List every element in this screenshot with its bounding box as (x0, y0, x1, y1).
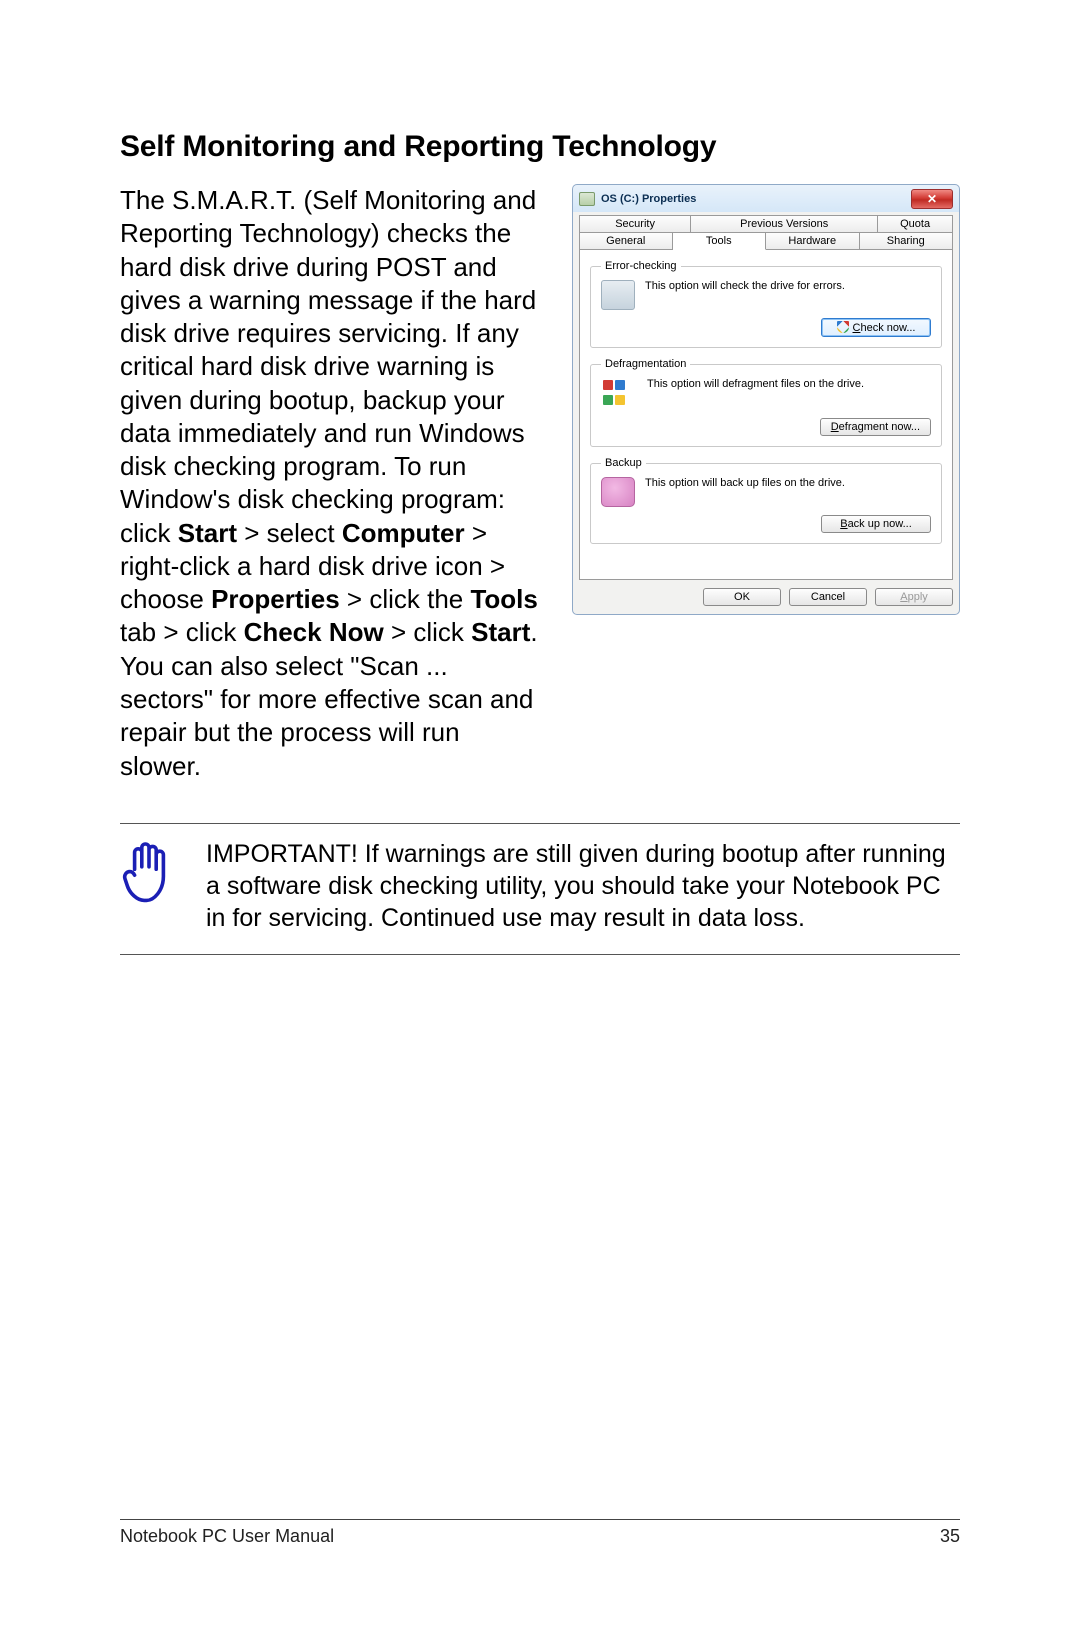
tab-sharing[interactable]: Sharing (860, 232, 954, 250)
kw-computer: Computer (342, 518, 465, 548)
defrag-text: This option will defragment files on the… (647, 378, 864, 390)
tab-security[interactable]: Security (579, 215, 691, 232)
footer-left: Notebook PC User Manual (120, 1526, 334, 1547)
kw-check-now: Check Now (244, 617, 384, 647)
tab-quota[interactable]: Quota (878, 215, 953, 232)
group-error-checking: Error-checking This option will check th… (590, 260, 942, 348)
properties-dialog: OS (C:) Properties ✕ Security Previous V… (572, 184, 960, 615)
body-text: The S.M.A.R.T. (Self Monitoring and Repo… (120, 184, 544, 783)
section-heading: Self Monitoring and Reporting Technology (120, 130, 960, 164)
error-checking-text: This option will check the drive for err… (645, 280, 845, 292)
body-frag: The S.M.A.R.T. (Self Monitoring and Repo… (120, 185, 536, 548)
back-up-now-button[interactable]: Back up now... (821, 515, 931, 533)
body-frag: > click the (340, 584, 471, 614)
body-frag: > select (237, 518, 342, 548)
legend-error-checking: Error-checking (601, 260, 681, 272)
tab-general[interactable]: General (579, 232, 673, 250)
ok-button[interactable]: OK (703, 588, 781, 606)
dialog-body: Security Previous Versions Quota General… (572, 212, 960, 615)
page-footer: Notebook PC User Manual 35 (120, 1519, 960, 1547)
hand-stop-icon (120, 838, 178, 915)
shield-icon (837, 321, 849, 333)
btn-label-rest: ack up now... (848, 518, 912, 530)
disk-icon (601, 280, 635, 310)
dialog-titlebar: OS (C:) Properties ✕ (572, 184, 960, 212)
defragment-now-button[interactable]: Defragment now... (820, 418, 931, 436)
defrag-icon (601, 378, 637, 410)
kw-start2: Start (471, 617, 530, 647)
drive-icon (579, 192, 595, 206)
kw-tools: Tools (470, 584, 537, 614)
tab-strip: Security Previous Versions Quota General… (579, 215, 953, 250)
close-button[interactable]: ✕ (911, 189, 953, 209)
tab-content-tools: Error-checking This option will check th… (579, 250, 953, 580)
apply-button[interactable]: Apply (875, 588, 953, 606)
cancel-button[interactable]: Cancel (789, 588, 867, 606)
btn-label-rest: pply (908, 591, 928, 603)
tab-tools[interactable]: Tools (673, 232, 767, 250)
mnemonic: D (831, 421, 839, 433)
check-now-button[interactable]: Check now... (821, 318, 931, 337)
btn-label-rest: heck now... (860, 322, 915, 334)
group-backup: Backup This option will back up files on… (590, 457, 942, 544)
important-note: IMPORTANT! If warnings are still given d… (120, 823, 960, 955)
body-frag: tab > click (120, 617, 244, 647)
body-frag: > click (384, 617, 471, 647)
dialog-action-row: OK Cancel Apply (579, 588, 953, 606)
mnemonic: B (840, 518, 847, 530)
backup-icon (601, 477, 635, 507)
legend-backup: Backup (601, 457, 646, 469)
tab-previous-versions[interactable]: Previous Versions (691, 215, 878, 232)
btn-label-rest: efragment now... (839, 421, 920, 433)
legend-defragmentation: Defragmentation (601, 358, 690, 370)
kw-start: Start (178, 518, 237, 548)
backup-text: This option will back up files on the dr… (645, 477, 845, 489)
tab-hardware[interactable]: Hardware (766, 232, 860, 250)
important-note-text: IMPORTANT! If warnings are still given d… (206, 838, 960, 934)
footer-page-number: 35 (940, 1526, 960, 1547)
kw-properties: Properties (211, 584, 340, 614)
group-defragmentation: Defragmentation This option will defragm… (590, 358, 942, 447)
dialog-title: OS (C:) Properties (601, 193, 696, 205)
mnemonic: A (900, 591, 907, 603)
